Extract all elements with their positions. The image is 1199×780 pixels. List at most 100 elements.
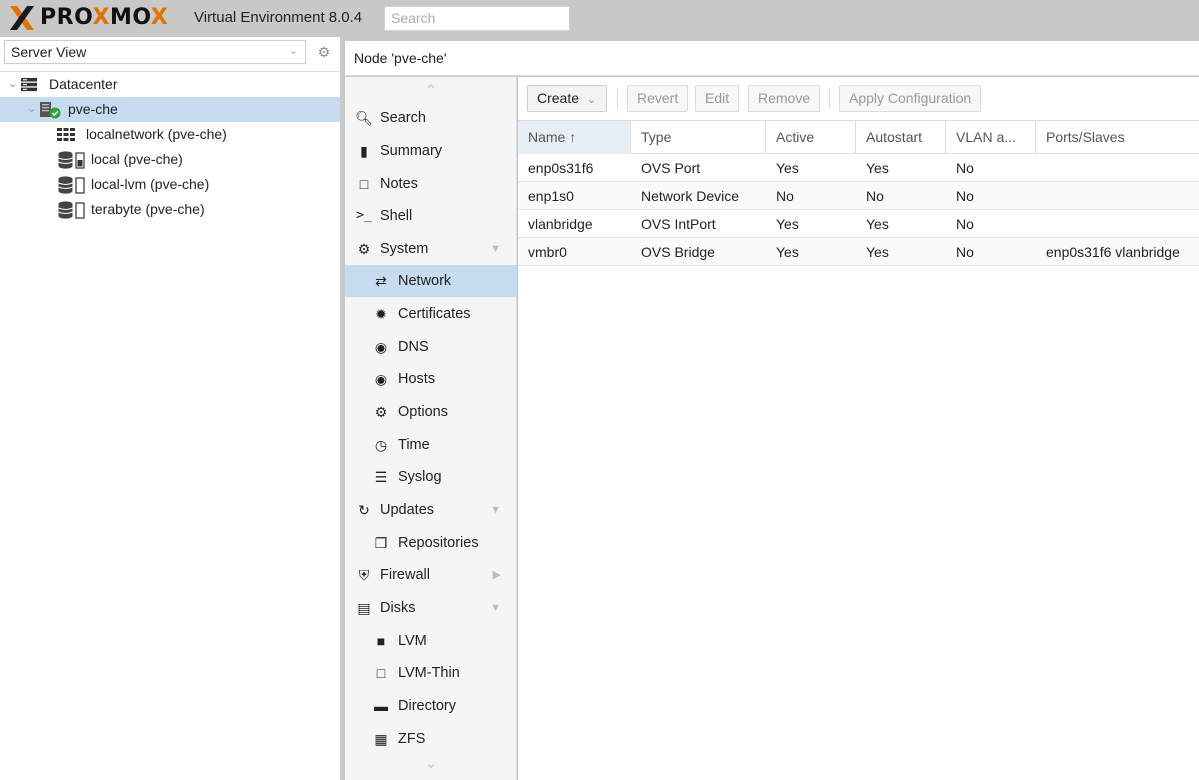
scroll-up-icon[interactable]: ⌃ [345,81,517,101]
menu-item-disks[interactable]: ▤ Disks ▼ [345,592,517,624]
cell-type: OVS Bridge [641,244,715,260]
menu-item-network[interactable]: ⇄ Network [345,265,517,297]
table-row[interactable]: enp1s0 Network Device No No No [518,182,1199,210]
collapse-arrow-icon[interactable]: ⌄ [27,97,36,122]
menu-item-summary[interactable]: ▮ Summary [345,135,517,167]
edit-button[interactable]: Edit [695,85,740,112]
column-header-active[interactable]: Active [766,121,856,154]
menu-item-dns[interactable]: ◉ DNS [345,331,517,363]
menu-item-label: Summary [380,143,443,159]
column-header-ports-slaves[interactable]: Ports/Slaves [1036,121,1199,154]
square-filled-icon: ■ [376,633,386,649]
global-search-input[interactable]: Search [384,6,570,31]
tree-node-label: pve-che [68,101,118,117]
tree-settings-gear-icon[interactable]: ⚙ [312,40,336,64]
cell-vlan-aware: No [956,160,974,176]
cell-vlan-aware: No [956,244,974,260]
column-header-type[interactable]: Type [631,121,766,154]
expand-down-icon: ▼ [490,602,501,614]
menu-item-firewall[interactable]: ⛨ Firewall ▶ [345,559,517,591]
cell-type: Network Device [641,188,740,204]
tree-node-datacenter[interactable]: ⌄ Datacenter [0,72,340,97]
menu-item-label: LVM [398,633,427,649]
cell-name: vmbr0 [528,244,567,260]
menu-item-updates[interactable]: ↻ Updates ▼ [345,494,517,526]
top-bar: PROXMOX Virtual Environment 8.0.4 Search [0,0,1199,37]
menu-item-certificates[interactable]: ✹ Certificates [345,298,517,330]
certificate-icon: ✹ [375,306,387,322]
clock-icon: ◷ [374,437,388,453]
menu-item-label: Certificates [398,306,471,322]
menu-item-shell[interactable]: >_ Shell [345,200,517,232]
create-button[interactable]: Create ⌄ [527,85,607,112]
menu-item-label: Disks [380,600,416,616]
cell-autostart: Yes [866,216,889,232]
cell-autostart: Yes [866,244,889,260]
refresh-icon: ↻ [358,502,370,518]
chevron-down-icon: ⌄ [288,45,298,57]
cell-type: OVS IntPort [641,216,716,232]
terminal-icon: >_ [356,208,372,223]
menu-item-hosts[interactable]: ◉ Hosts [345,363,517,395]
column-header-vlan-aware[interactable]: VLAN a... [946,121,1036,154]
scroll-down-icon[interactable]: ⌄ [345,753,517,773]
menu-item-label: Options [398,404,448,420]
cell-vlan-aware: No [956,188,974,204]
tree-node-local[interactable]: local (pve-che) [0,147,340,172]
tree-node-terabyte[interactable]: terabyte (pve-che) [0,197,340,222]
menu-item-label: DNS [398,339,429,355]
revert-button[interactable]: Revert [627,85,689,112]
note-icon: □ [359,176,369,192]
remove-button[interactable]: Remove [748,85,821,112]
brand-wordmark: PROXMOX [40,5,169,30]
tree-node-local-lvm[interactable]: local-lvm (pve-che) [0,172,340,197]
menu-item-label: Network [398,273,452,289]
apply-configuration-button[interactable]: Apply Configuration [839,85,982,112]
folder-icon: ▬ [374,698,388,714]
tree-node-localnetwork[interactable]: localnetwork (pve-che) [0,122,340,147]
collapse-arrow-icon[interactable]: ⌄ [8,72,17,97]
book-icon: ▮ [360,143,368,159]
view-select[interactable]: Server View ⌄ [4,40,306,64]
cell-name: enp1s0 [528,188,574,204]
toolbar-separator [617,89,618,108]
menu-item-zfs[interactable]: ▦ ZFS [345,723,517,749]
network-panel: Create ⌄ Revert Edit Remove Apply Config… [518,77,1199,780]
menu-item-repositories[interactable]: ❐ Repositories [345,527,517,559]
tree-node-pve-che[interactable]: ⌄ pve-che [0,97,340,122]
create-button-label: Create [537,90,580,106]
table-row[interactable]: vmbr0 OVS Bridge Yes Yes No enp0s31f6 vl… [518,238,1199,266]
table-row[interactable]: vlanbridge OVS IntPort Yes Yes No [518,210,1199,238]
expand-right-icon: ▶ [492,569,501,581]
cell-active: Yes [776,216,799,232]
menu-item-search[interactable]: 🔍︎ Search [345,102,517,134]
network-interfaces-table: Name ↑ Type Active Autostart VLAN a... P… [518,120,1199,266]
menu-item-label: Syslog [398,469,442,485]
search-icon: 🔍︎ [355,110,373,126]
page-title: Node 'pve-che' [354,50,447,66]
cell-ports-slaves: enp0s31f6 vlanbridge [1046,244,1180,260]
menu-item-label: Updates [380,502,435,518]
cell-name: vlanbridge [528,216,593,232]
column-header-autostart[interactable]: Autostart [856,121,946,154]
menu-item-directory[interactable]: ▬ Directory [345,690,517,722]
cell-vlan-aware: No [956,216,974,232]
cell-ports-slaves [1036,154,1199,182]
menu-item-notes[interactable]: □ Notes [345,168,517,200]
column-header-name[interactable]: Name ↑ [518,121,631,154]
node-config-menu: ⌃ 🔍︎ Search ▮ Summary □ Notes >_ Shell ⚙… [345,77,517,780]
cell-name: enp0s31f6 [528,160,594,176]
menu-item-options[interactable]: ⚙ Options [345,396,517,428]
shield-icon: ⛨ [358,567,370,583]
resource-tree: ⌄ Datacenter ⌄ pve-che localnetwork (pve… [0,71,340,222]
menu-item-system[interactable]: ⚙ System ▼ [345,233,517,265]
cell-active: No [776,188,794,204]
menu-item-label: Notes [380,176,418,192]
menu-item-syslog[interactable]: ☰ Syslog [345,461,517,493]
tree-node-label: localnetwork (pve-che) [86,126,227,142]
menu-item-lvm-thin[interactable]: □ LVM-Thin [345,657,517,689]
table-row[interactable]: enp0s31f6 OVS Port Yes Yes No [518,154,1199,182]
menu-item-lvm[interactable]: ■ LVM [345,625,517,657]
menu-item-time[interactable]: ◷ Time [345,429,517,461]
menu-item-label: Firewall [380,567,430,583]
